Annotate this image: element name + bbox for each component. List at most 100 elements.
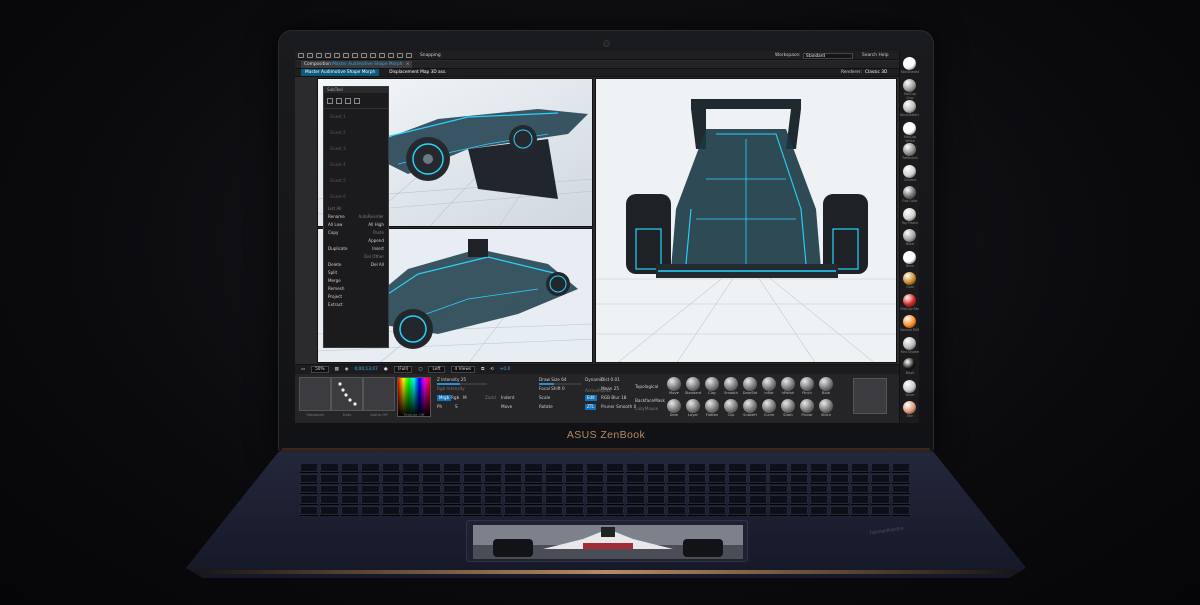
- keyboard-key[interactable]: [503, 506, 523, 515]
- dist[interactable]: Dist 0.01: [601, 377, 620, 382]
- palette-btn[interactable]: AutoReorder: [358, 213, 384, 221]
- keyboard-key[interactable]: [361, 506, 380, 515]
- keyboard-key[interactable]: [891, 473, 910, 483]
- keyboard-key[interactable]: [605, 495, 625, 505]
- keyboard-key[interactable]: [850, 473, 870, 483]
- material-toy-plastic-icon[interactable]: [903, 207, 916, 221]
- reset-exposure-icon[interactable]: ⟲: [490, 367, 494, 372]
- texture-preview[interactable]: [853, 378, 887, 414]
- keyboard-key[interactable]: [442, 495, 462, 505]
- material-chrome-icon[interactable]: [903, 164, 916, 178]
- keyboard-key[interactable]: [769, 463, 788, 472]
- keyboard-key[interactable]: [463, 484, 482, 494]
- keyboard-key[interactable]: [809, 473, 829, 483]
- region-icon[interactable]: ▢: [418, 367, 422, 372]
- keyboard-key[interactable]: [646, 473, 666, 483]
- view-select[interactable]: Left: [428, 366, 445, 373]
- keyboard-key[interactable]: [422, 495, 441, 505]
- brush-icon[interactable]: [345, 97, 351, 104]
- material-skinshade4-icon[interactable]: [903, 57, 916, 70]
- keyboard-key[interactable]: [748, 473, 768, 483]
- keyboard-key[interactable]: [340, 506, 360, 515]
- keyboard-key[interactable]: [503, 473, 523, 483]
- keyboard-key[interactable]: [728, 506, 747, 515]
- brush-dam-icon[interactable]: [667, 399, 681, 413]
- zadd-toggle[interactable]: Zadd: [485, 395, 496, 400]
- keyboard-key[interactable]: [544, 484, 564, 494]
- keyboard-key[interactable]: [626, 495, 645, 505]
- palette-btn[interactable]: Rename: [328, 213, 345, 221]
- brush-damstd-icon[interactable]: [743, 377, 757, 391]
- keyboard-key[interactable]: [483, 495, 502, 505]
- keyboard-key[interactable]: [769, 484, 788, 494]
- subtool-icon[interactable]: [327, 97, 333, 104]
- keyboard-key[interactable]: [483, 463, 502, 472]
- subtab-master[interactable]: Master Audimotive Shape Morph: [301, 69, 380, 76]
- palette-btn[interactable]: Copy: [328, 229, 338, 237]
- brush-thumbnail[interactable]: [299, 377, 331, 411]
- ztl-toggle[interactable]: ZTL: [585, 404, 597, 410]
- brush-blob-icon[interactable]: [819, 377, 833, 391]
- palette-ghost-item[interactable]: Gvest 4: [324, 157, 388, 173]
- brush-move-icon[interactable]: [667, 377, 681, 391]
- keyboard-key[interactable]: [871, 463, 890, 472]
- keyboard-key[interactable]: [707, 473, 727, 483]
- keyboard-key[interactable]: [850, 495, 870, 505]
- keyboard-key[interactable]: [422, 484, 441, 494]
- palette-btn[interactable]: Insert: [372, 245, 384, 253]
- keyboard-key[interactable]: [809, 495, 829, 505]
- material-blinn-icon[interactable]: [903, 250, 916, 264]
- keyboard-key[interactable]: [401, 495, 421, 505]
- keyboard-key[interactable]: [300, 495, 319, 505]
- material-gold-icon[interactable]: [903, 272, 916, 285]
- keyboard-key[interactable]: [463, 506, 482, 515]
- palette-btn[interactable]: Append: [368, 237, 384, 245]
- keyboard-key[interactable]: [707, 506, 727, 515]
- palette-ghost-item[interactable]: Gvest 2: [324, 125, 388, 141]
- keyboard-key[interactable]: [646, 484, 666, 494]
- wifi-icon[interactable]: [354, 97, 360, 104]
- palette-btn[interactable]: Merge: [328, 277, 341, 285]
- keyboard-key[interactable]: [442, 506, 462, 515]
- keyboard-key[interactable]: [300, 463, 319, 472]
- palette-btn[interactable]: All Low: [328, 221, 342, 229]
- keyboard-key[interactable]: [707, 463, 727, 472]
- keyboard-key[interactable]: [707, 484, 727, 494]
- keyboard-key[interactable]: [605, 463, 625, 472]
- material-metal-icon[interactable]: [903, 229, 916, 242]
- resolution-select[interactable]: (Full): [393, 366, 413, 373]
- subtab-displacement[interactable]: Displacement Map 3D ass.: [385, 69, 450, 76]
- keyboard-key[interactable]: [463, 495, 482, 505]
- keyboard-key[interactable]: [401, 463, 421, 472]
- keyboard-key[interactable]: [667, 484, 686, 494]
- list-all-button[interactable]: List All: [328, 205, 342, 213]
- keyboard-key[interactable]: [300, 473, 319, 483]
- keyboard-key[interactable]: [626, 484, 645, 494]
- keyboard-key[interactable]: [422, 506, 441, 515]
- draw-size-slider[interactable]: [539, 383, 581, 385]
- keyboard-key[interactable]: [667, 473, 686, 483]
- keyboard-key[interactable]: [748, 495, 768, 505]
- keyboard-key[interactable]: [524, 506, 543, 515]
- brush-clip-icon[interactable]: [724, 399, 738, 413]
- keyboard-key[interactable]: [565, 473, 584, 483]
- keyboard-key[interactable]: [340, 463, 360, 472]
- keyboard-key[interactable]: [503, 463, 523, 472]
- keyboard-key[interactable]: [891, 463, 910, 472]
- keyboard-key[interactable]: [728, 463, 747, 472]
- rotate-toggle[interactable]: Rotate: [539, 404, 553, 409]
- pen-icon[interactable]: [352, 52, 358, 58]
- keyboard-key[interactable]: [748, 463, 768, 472]
- views-layout-select[interactable]: 4 Views: [450, 366, 476, 373]
- material-matcap-white-icon[interactable]: [903, 121, 916, 135]
- keyboard-key[interactable]: [401, 473, 421, 483]
- keyboard-key[interactable]: [646, 506, 666, 515]
- keyboard-key[interactable]: [585, 495, 604, 505]
- stroke-thumbnail[interactable]: [331, 377, 363, 411]
- keyboard-key[interactable]: [646, 495, 666, 505]
- keyboard-key[interactable]: [748, 484, 768, 494]
- viewport-right[interactable]: [595, 78, 897, 363]
- keyboard-key[interactable]: [361, 473, 380, 483]
- keyboard-key[interactable]: [789, 463, 808, 472]
- backfacemask-toggle[interactable]: BackfaceMask: [635, 398, 665, 403]
